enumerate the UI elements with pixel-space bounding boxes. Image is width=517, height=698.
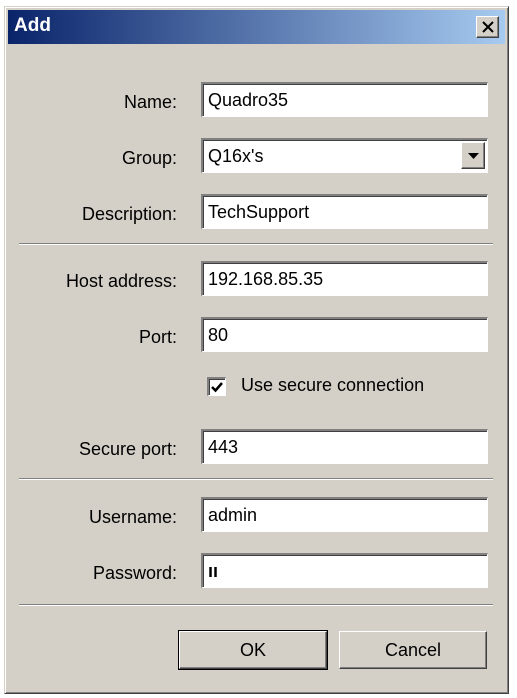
description-field[interactable]: TechSupport: [201, 194, 488, 229]
group-dropdown-button[interactable]: [461, 142, 485, 169]
name-field[interactable]: Quadro35: [201, 82, 488, 117]
separator: [19, 604, 493, 606]
separator: [19, 478, 493, 480]
secure-connection-label[interactable]: Use secure connection: [241, 375, 424, 396]
password-label: Password:: [92, 563, 177, 583]
secure-port-field[interactable]: 443: [201, 429, 488, 464]
close-button[interactable]: [476, 16, 499, 38]
window-title: Add: [14, 15, 51, 36]
add-dialog: Add Name: Quadro35 Group: Q16x's Descrip…: [4, 6, 509, 694]
check-icon: [211, 382, 223, 393]
group-select[interactable]: Q16x's: [201, 138, 488, 173]
group-value: Q16x's: [208, 146, 264, 166]
close-icon: [482, 21, 494, 33]
title-bar[interactable]: Add: [8, 10, 505, 44]
secure-port-label: Secure port:: [78, 439, 177, 459]
host-address-field[interactable]: 192.168.85.35: [201, 261, 488, 296]
separator: [19, 243, 493, 245]
description-label: Description:: [81, 204, 177, 224]
group-label: Group:: [121, 148, 177, 168]
port-field[interactable]: 80: [201, 317, 488, 352]
username-label: Username:: [88, 507, 177, 527]
username-field[interactable]: admin: [201, 497, 488, 532]
secure-connection-checkbox[interactable]: [207, 377, 226, 396]
ok-button[interactable]: OK: [178, 630, 328, 670]
chevron-down-icon: [468, 153, 479, 159]
password-field[interactable]: ıı: [201, 553, 488, 588]
port-label: Port:: [138, 327, 177, 347]
name-label: Name:: [123, 92, 177, 112]
cancel-button[interactable]: Cancel: [339, 631, 487, 669]
host-address-label: Host address:: [65, 271, 177, 291]
